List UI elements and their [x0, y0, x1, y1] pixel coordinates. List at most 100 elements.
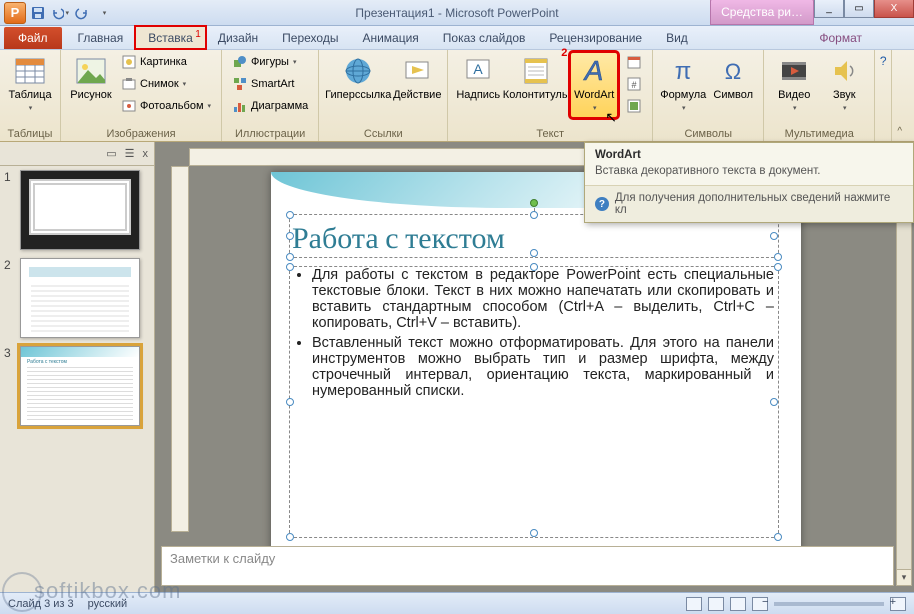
resize-handle[interactable]	[770, 398, 778, 406]
picture-icon	[75, 55, 107, 87]
slide-body-text[interactable]: Для работы с текстом в редакторе PowerPo…	[290, 267, 778, 407]
wordart-button[interactable]: 2 A WordArt▾ ↖	[570, 52, 618, 118]
minimize-button[interactable]: _	[814, 0, 844, 18]
help-button[interactable]: ?	[875, 50, 891, 141]
undo-icon[interactable]: ▾	[50, 3, 70, 23]
resize-handle[interactable]	[530, 211, 538, 219]
group-media-label: Мультимедиа	[770, 126, 868, 140]
tab-insert[interactable]: Вставка1	[135, 26, 206, 49]
tab-file[interactable]: Файл	[4, 27, 62, 49]
smartart-icon	[232, 76, 248, 92]
sorter-view-button[interactable]	[708, 597, 724, 611]
resize-handle[interactable]	[530, 249, 538, 257]
notes-pane[interactable]: Заметки к слайду	[161, 546, 894, 586]
equation-button[interactable]: π Формула▾	[659, 52, 707, 118]
textbox-button[interactable]: A Надпись	[454, 52, 502, 104]
group-illustrations-label: Иллюстрации	[228, 126, 312, 140]
thumbnail-list[interactable]: 1 2 3 Работа с текстом	[0, 166, 154, 592]
status-slide-count[interactable]: Слайд 3 из 3	[8, 598, 74, 610]
resize-handle[interactable]	[774, 253, 782, 261]
tab-transitions[interactable]: Переходы	[270, 27, 350, 49]
contextual-tab-drawing-tools[interactable]: Средства ри…	[710, 0, 814, 25]
maximize-button[interactable]: ▭	[844, 0, 874, 18]
picture-label: Рисунок	[70, 89, 112, 101]
annotation-1: 1	[195, 29, 201, 40]
slide-thumb-3[interactable]: 3 Работа с текстом	[4, 346, 150, 426]
svg-text:A: A	[474, 61, 484, 77]
resize-handle[interactable]	[770, 232, 778, 240]
svg-text:#: #	[632, 80, 637, 90]
powerpoint-icon[interactable]: P	[4, 2, 26, 24]
rotate-handle[interactable]	[530, 199, 538, 207]
photoalbum-button[interactable]: Фотоальбом▾	[117, 96, 215, 116]
reading-view-button[interactable]	[730, 597, 746, 611]
window-controls: _ ▭ X	[814, 0, 914, 18]
resize-handle[interactable]	[286, 533, 294, 541]
chart-button[interactable]: Диаграмма	[228, 96, 312, 116]
clipart-button[interactable]: Картинка	[117, 52, 215, 72]
audio-button[interactable]: Звук▾	[820, 52, 868, 118]
tab-home[interactable]: Главная	[66, 27, 136, 49]
date-time-button[interactable]	[622, 52, 646, 72]
vertical-ruler[interactable]	[171, 166, 189, 532]
redo-icon[interactable]	[72, 3, 92, 23]
qat-customize-icon[interactable]: ▾	[94, 3, 114, 23]
tab-insert-label: Вставка	[148, 31, 193, 45]
shapes-button[interactable]: Фигуры▾	[228, 52, 312, 72]
resize-handle[interactable]	[286, 232, 294, 240]
picture-button[interactable]: Рисунок	[67, 52, 115, 104]
zoom-slider[interactable]	[774, 602, 884, 606]
slide-thumb-1[interactable]: 1	[4, 170, 150, 250]
hyperlink-button[interactable]: Гиперссылка	[325, 52, 391, 104]
resize-handle[interactable]	[530, 263, 538, 271]
slide-number-button[interactable]: #	[622, 74, 646, 94]
outline-tab-icon[interactable]: ▭	[106, 147, 116, 160]
table-label: Таблица	[8, 89, 51, 101]
group-links-label: Ссылки	[325, 126, 441, 140]
tab-review[interactable]: Рецензирование	[537, 27, 654, 49]
resize-handle[interactable]	[774, 263, 782, 271]
video-icon	[778, 55, 810, 87]
symbol-icon: Ω	[717, 55, 749, 87]
tab-format[interactable]: Формат	[807, 27, 874, 49]
smartart-button[interactable]: SmartArt	[228, 74, 312, 94]
object-button[interactable]	[622, 96, 646, 116]
save-icon[interactable]	[28, 3, 48, 23]
slide-thumb-2[interactable]: 2	[4, 258, 150, 338]
header-footer-button[interactable]: Колонтитулы	[504, 52, 568, 104]
wordart-icon: A	[578, 55, 610, 87]
svg-text:A: A	[583, 55, 604, 86]
screenshot-button[interactable]: Снимок▾	[117, 74, 215, 94]
object-icon	[626, 98, 642, 114]
normal-view-button[interactable]	[686, 597, 702, 611]
resize-handle[interactable]	[530, 529, 538, 537]
close-button[interactable]: X	[874, 0, 914, 18]
tooltip-body: Вставка декоративного текста в документ.	[585, 165, 913, 185]
resize-handle[interactable]	[286, 211, 294, 219]
symbol-button[interactable]: Ω Символ	[709, 52, 757, 104]
scroll-down-button[interactable]: ▾	[897, 569, 911, 585]
group-illustrations: Фигуры▾ SmartArt Диаграмма Иллюстрации	[222, 50, 319, 141]
video-button[interactable]: Видео▾	[770, 52, 818, 118]
annotation-2: 2	[561, 47, 567, 59]
bullet-1: Для работы с текстом в редакторе PowerPo…	[312, 267, 774, 331]
resize-handle[interactable]	[286, 398, 294, 406]
ribbon-collapse-button[interactable]: ^	[891, 50, 907, 141]
resize-handle[interactable]	[286, 263, 294, 271]
slides-tab-icon[interactable]: ☰	[125, 147, 135, 160]
resize-handle[interactable]	[774, 533, 782, 541]
resize-handle[interactable]	[286, 253, 294, 261]
tab-slideshow[interactable]: Показ слайдов	[431, 27, 538, 49]
action-button[interactable]: Действие	[393, 52, 441, 104]
tooltip-footer: ? Для получения дополнительных сведений …	[585, 185, 913, 222]
slide-canvas[interactable]: Работа с текстом Для работы с текстом в …	[271, 172, 801, 552]
status-language[interactable]: русский	[88, 598, 127, 610]
tab-animation[interactable]: Анимация	[350, 27, 430, 49]
group-symbols-label: Символы	[659, 126, 757, 140]
content-placeholder[interactable]: Для работы с текстом в редакторе PowerPo…	[289, 266, 779, 538]
svg-text:π: π	[675, 58, 692, 85]
tab-view[interactable]: Вид	[654, 27, 700, 49]
panel-close-button[interactable]: x	[143, 148, 149, 160]
table-button[interactable]: Таблица▾	[6, 52, 54, 118]
tab-design[interactable]: Дизайн	[206, 27, 270, 49]
